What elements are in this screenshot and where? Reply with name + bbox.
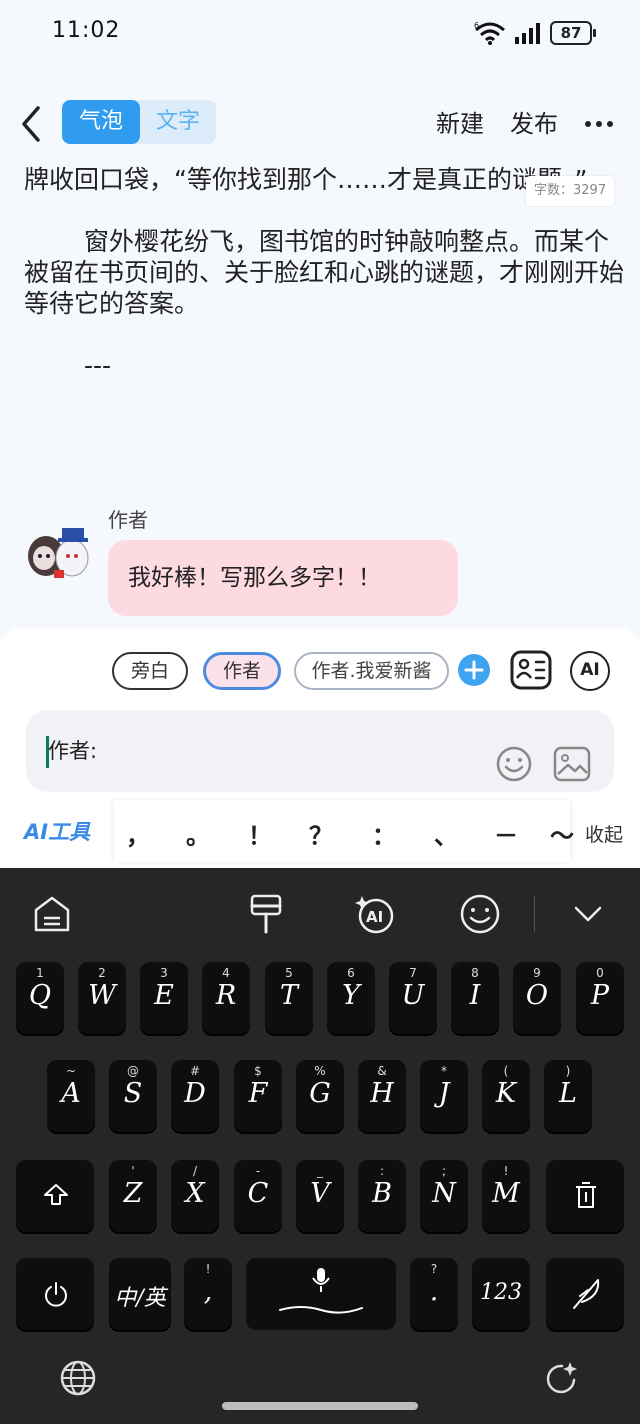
battery-icon: 87 <box>550 21 596 45</box>
key-x[interactable]: / X <box>171 1160 219 1232</box>
key-e[interactable]: 3E <box>140 962 188 1034</box>
ai-rotate-icon[interactable] <box>542 1358 582 1398</box>
keyboard-menu-icon[interactable] <box>30 892 74 936</box>
new-button[interactable]: 新建 <box>436 104 484 139</box>
punct-dash[interactable]: － <box>486 816 526 851</box>
punct-period[interactable]: 。 <box>178 816 218 851</box>
feather-icon <box>573 1279 600 1309</box>
key-o[interactable]: 9O <box>513 962 561 1034</box>
ai-keyboard-icon[interactable]: AI <box>354 892 398 936</box>
shift-key[interactable] <box>16 1160 94 1232</box>
role-chip-author[interactable]: 作者 <box>203 652 281 690</box>
role-list-icon[interactable] <box>510 650 552 690</box>
home-indicator[interactable] <box>222 1402 418 1410</box>
key-s[interactable]: @ S <box>109 1060 157 1132</box>
key-comma[interactable]: !, <box>184 1258 232 1330</box>
power-icon <box>45 1282 67 1307</box>
key-g[interactable]: % G <box>296 1060 344 1132</box>
key-u[interactable]: 7U <box>389 962 437 1034</box>
status-bar: 11:02 6 87 <box>0 0 640 70</box>
key-d[interactable]: # D <box>171 1060 219 1132</box>
soft-keyboard: AI 1Q 2W 3E 4R 5T 6Y 7U 8I 9O 0P ~ A @ S #… <box>0 868 640 1424</box>
punct-colon[interactable]: ： <box>364 816 404 851</box>
battery-level: 87 <box>560 24 582 42</box>
ai-tools-button[interactable]: AI工具 <box>24 816 90 846</box>
article-paragraph: 窗外樱花纷飞，图书馆的时钟敲响整点。而某个被留在书页间的、关于脸红和心跳的谜题，… <box>24 227 625 318</box>
message-input-value: 作者: <box>48 739 98 763</box>
toolbar-divider <box>534 896 535 932</box>
key-n[interactable]: ; N <box>420 1160 468 1232</box>
key-b[interactable]: :B <box>358 1160 406 1232</box>
microphone-icon <box>312 1268 330 1292</box>
key-q[interactable]: 1Q <box>16 962 64 1034</box>
word-count-badge: 字数：3297 <box>526 176 615 206</box>
svg-text:6: 6 <box>474 21 479 30</box>
key-z[interactable]: ' Z <box>109 1160 157 1232</box>
shift-icon <box>44 1184 68 1205</box>
role-chip-alias[interactable]: 作者.我爱新酱 <box>294 652 449 690</box>
quick-tools-row: AI工具 ， 。 ！ ？ ： 、 － ～ 收起 <box>0 800 640 862</box>
wifi-icon: 6 <box>474 21 505 45</box>
tab-bubble[interactable]: 气泡 <box>62 100 140 144</box>
backspace-key[interactable] <box>546 1160 624 1232</box>
ai-assistant-icon[interactable]: AI <box>570 651 610 691</box>
tab-text[interactable]: 文字 <box>140 100 216 144</box>
message-bubble[interactable]: 我好棒！写那么多字！！ <box>108 540 458 616</box>
key-m[interactable]: ! M <box>482 1160 530 1232</box>
punctuation-strip: ， 。 ！ ？ ： 、 － ～ <box>114 800 574 862</box>
handwriting-key[interactable] <box>546 1258 624 1330</box>
numbers-key[interactable]: 123 <box>472 1258 530 1330</box>
role-chip-narrator[interactable]: 旁白 <box>112 652 188 690</box>
power-key[interactable] <box>16 1258 94 1330</box>
lang-switch-key[interactable]: 中/英 <box>109 1258 171 1330</box>
hide-keyboard-icon[interactable] <box>566 892 610 936</box>
keyboard-emoji-icon[interactable] <box>458 892 502 936</box>
key-f[interactable]: $ F <box>234 1060 282 1132</box>
theme-brush-icon[interactable] <box>244 892 288 936</box>
key-k[interactable]: (K <box>482 1060 530 1132</box>
editor-header: 气泡 文字 新建 发布 <box>0 90 640 156</box>
key-period[interactable]: ?. <box>410 1258 458 1330</box>
author-avatar[interactable] <box>24 522 94 582</box>
punct-exclaim[interactable]: ！ <box>240 816 280 851</box>
key-a[interactable]: ~ A <box>47 1060 95 1132</box>
key-j[interactable]: * J <box>420 1060 468 1132</box>
delete-icon <box>576 1182 596 1208</box>
publish-button[interactable]: 发布 <box>510 104 558 139</box>
key-l[interactable]: ) L <box>544 1060 592 1132</box>
more-icon[interactable] <box>584 120 614 128</box>
key-i[interactable]: 8I <box>451 962 499 1034</box>
punct-question[interactable]: ？ <box>301 816 341 851</box>
back-arrow-icon[interactable] <box>18 104 48 144</box>
key-h[interactable]: & H <box>358 1060 406 1132</box>
punct-pause[interactable]: 、 <box>426 816 466 851</box>
key-v[interactable]: _ V <box>296 1160 344 1232</box>
space-underline-icon <box>279 1306 363 1314</box>
image-icon[interactable] <box>553 746 591 782</box>
status-time: 11:02 <box>52 18 121 43</box>
key-t[interactable]: 5T <box>265 962 313 1034</box>
key-w[interactable]: 2W <box>78 962 126 1034</box>
key-p[interactable]: 0P <box>576 962 624 1034</box>
message-input[interactable]: 作者: <box>26 710 614 792</box>
key-y[interactable]: 6Y <box>327 962 375 1034</box>
emoji-icon[interactable] <box>496 746 532 782</box>
key-r[interactable]: 4R <box>202 962 250 1034</box>
svg-text:AI: AI <box>366 908 383 926</box>
punct-comma[interactable]: ， <box>118 816 158 851</box>
key-c[interactable]: -C <box>234 1160 282 1232</box>
globe-icon[interactable] <box>58 1358 98 1398</box>
add-role-icon[interactable] <box>458 654 490 686</box>
signal-icon <box>515 23 540 44</box>
composer-panel: 旁白 作者 作者.我爱新酱 AI 作者: AI工具 ， 。 ！ ？ ： 、 － … <box>0 628 640 868</box>
mode-toggle: 气泡 文字 <box>62 100 216 144</box>
punct-tilde[interactable]: ～ <box>542 816 582 851</box>
collapse-button[interactable]: 收起 <box>585 820 623 847</box>
space-key[interactable] <box>246 1258 396 1330</box>
article-separator: --- <box>84 351 112 380</box>
message-author: 作者 <box>108 508 148 532</box>
